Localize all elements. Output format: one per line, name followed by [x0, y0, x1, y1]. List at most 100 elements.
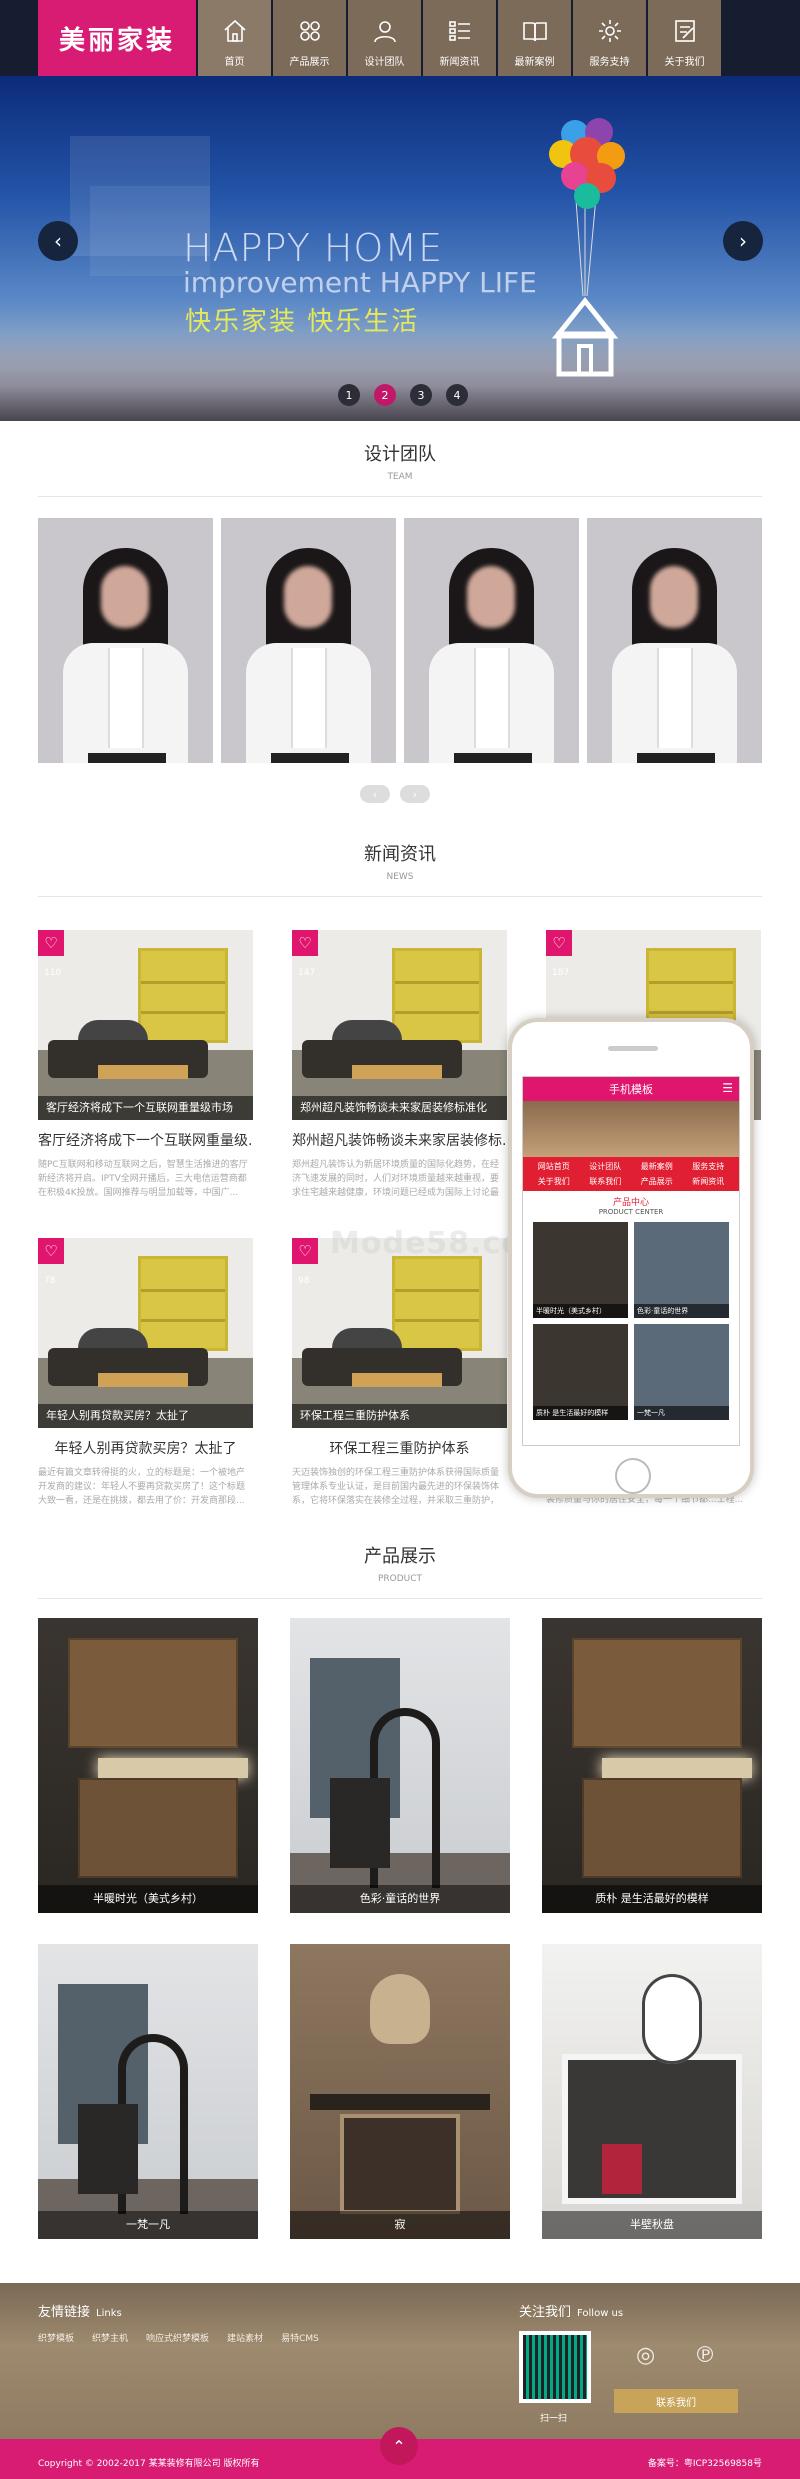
menu-icon[interactable]: ☰ — [722, 1081, 733, 1095]
news-image-caption: 客厅经济将成下一个互联网重量级市场 — [38, 1096, 253, 1120]
news-image: ♡ 78 年轻人别再贷款买房？太扯了 — [38, 1238, 253, 1428]
phone-product[interactable]: 质朴 是生活最好的模样 — [533, 1324, 628, 1420]
contact-button[interactable]: 联系我们 — [614, 2389, 738, 2413]
news-card[interactable]: ♡ 110 客厅经济将成下一个互联网重量级市场 客厅经济将成下一个互联网重量级.… — [38, 930, 253, 1200]
phone-nav-item[interactable]: 产品展示 — [632, 1176, 682, 1187]
book-icon — [522, 22, 547, 42]
phone-nav-item[interactable]: 最新案例 — [632, 1161, 682, 1172]
banner-pagination: 1 2 3 4 — [338, 384, 468, 406]
news-card[interactable]: ♡ 78 年轻人别再贷款买房？太扯了 年轻人别再贷款买房？太扯了 最近有篇文章转… — [38, 1238, 253, 1508]
news-image-caption: 年轻人别再贷款买房？太扯了 — [38, 1404, 253, 1428]
nav-item-news[interactable]: 新闻资讯 — [423, 0, 498, 76]
banner-dot[interactable]: 4 — [446, 384, 468, 406]
friend-link[interactable]: 织梦模板 — [38, 2331, 74, 2344]
banner-dot[interactable]: 1 — [338, 384, 360, 406]
heart-icon[interactable]: ♡ — [38, 1238, 64, 1264]
phone-nav-item[interactable]: 网站首页 — [529, 1161, 579, 1172]
qq-icon[interactable]: ℗ — [694, 2343, 716, 2368]
main-nav: 首页 产品展示 设计团队 新闻资讯 最新案例 服务支持 关于我们 — [198, 0, 723, 76]
heart-icon[interactable]: ♡ — [292, 1238, 318, 1264]
nav-item-team[interactable]: 设计团队 — [348, 0, 423, 76]
news-excerpt: 天迈装饰独创的环保工程三重防护体系获得国际质量管理体系专业认证，是目前国内最先进… — [292, 1468, 500, 1506]
nav-item-cases[interactable]: 最新案例 — [498, 0, 573, 76]
page: 美丽家装 首页 产品展示 设计团队 新闻资讯 最新案例 服务支持 关于我们 HA… — [0, 0, 800, 2479]
banner-subline: improvement HAPPY LIFE — [183, 266, 537, 299]
heart-icon[interactable]: ♡ — [546, 930, 572, 956]
product-card[interactable]: 寂 — [290, 1944, 510, 2239]
heart-icon[interactable]: ♡ — [38, 930, 64, 956]
news-headline[interactable]: 郑州超凡装饰畅谈未来家居装修标... — [292, 1130, 507, 1150]
nav-label: 关于我们 — [664, 57, 705, 68]
list-icon — [448, 21, 470, 41]
friend-link[interactable]: 建站素材 — [227, 2331, 263, 2344]
team-prev-button[interactable]: ‹ — [360, 785, 390, 803]
site-logo[interactable]: 美丽家装 — [38, 0, 196, 76]
friend-link[interactable]: 响应式织梦模板 — [146, 2331, 209, 2344]
product-label: 半暖时光（美式乡村） — [38, 1885, 258, 1913]
divider — [38, 496, 762, 497]
team-pager: ‹ › — [360, 785, 430, 803]
nav-label: 新闻资讯 — [439, 57, 480, 68]
banner-dot[interactable]: 3 — [410, 384, 432, 406]
back-to-top-button[interactable]: ⌃ — [380, 2427, 418, 2465]
product-card[interactable]: 色彩·童话的世界 — [290, 1618, 510, 1913]
phone-section-title: 产品中心 — [612, 1198, 649, 1208]
divider — [38, 1598, 762, 1599]
phone-product[interactable]: 色彩·童话的世界 — [634, 1222, 729, 1318]
team-member-photo[interactable] — [221, 518, 396, 763]
nav-item-home[interactable]: 首页 — [198, 0, 273, 76]
phone-section-subtitle: PRODUCT CENTER — [598, 1208, 664, 1216]
news-subtitle: NEWS — [386, 872, 414, 882]
team-section-title: 设计团队 TEAM — [0, 440, 800, 482]
phone-nav-item[interactable]: 新闻资讯 — [684, 1176, 734, 1187]
nav-item-support[interactable]: 服务支持 — [573, 0, 648, 76]
team-title: 设计团队 — [364, 444, 436, 465]
follow-heading: 关注我们 Follow us — [519, 2305, 624, 2320]
product-card[interactable]: 一梵一凡 — [38, 1944, 258, 2239]
product-card[interactable]: 质朴 是生活最好的模样 — [542, 1618, 762, 1913]
view-count: 110 — [44, 968, 62, 978]
nav-item-about[interactable]: 关于我们 — [648, 0, 723, 76]
product-card[interactable]: 半壁秋盘 — [542, 1944, 762, 2239]
phone-product[interactable]: 一梵一凡 — [634, 1324, 729, 1420]
site-footer: 友情链接 Links 织梦模板 织梦主机 响应式织梦模板 建站素材 易特CMS 关… — [0, 2283, 800, 2465]
news-headline[interactable]: 年轻人别再贷款买房？太扯了 — [38, 1438, 253, 1458]
banner-prev-button[interactable]: ‹ — [38, 221, 78, 261]
nav-label: 最新案例 — [514, 57, 555, 68]
news-section-title: 新闻资讯 NEWS — [0, 840, 800, 882]
phone-speaker — [608, 1046, 658, 1051]
heart-icon[interactable]: ♡ — [292, 930, 318, 956]
friend-link[interactable]: 织梦主机 — [92, 2331, 128, 2344]
friend-link[interactable]: 易特CMS — [281, 2331, 319, 2344]
news-card[interactable]: ♡ 147 郑州超凡装饰畅谈未来家居装修标准化 郑州超凡装饰畅谈未来家居装修标.… — [292, 930, 507, 1200]
user-icon — [373, 21, 396, 43]
phone-nav-item[interactable]: 关于我们 — [529, 1176, 579, 1187]
edit-icon — [674, 20, 695, 42]
news-headline[interactable]: 环保工程三重防护体系 — [292, 1438, 507, 1458]
weibo-icon[interactable]: ◎ — [636, 2343, 655, 2368]
product-card[interactable]: 半暖时光（美式乡村） — [38, 1618, 258, 1913]
phone-nav-item[interactable]: 设计团队 — [581, 1161, 631, 1172]
news-image-caption: 环保工程三重防护体系 — [292, 1404, 507, 1428]
banner-next-button[interactable]: › — [723, 221, 763, 261]
news-card[interactable]: ♡ 98 环保工程三重防护体系 环保工程三重防护体系 天迈装饰独创的环保工程三重… — [292, 1238, 507, 1508]
nav-item-products[interactable]: 产品展示 — [273, 0, 348, 76]
news-headline[interactable]: 客厅经济将成下一个互联网重量级... — [38, 1130, 253, 1150]
phone-product[interactable]: 半暖时光（美式乡村） — [533, 1222, 628, 1318]
horizon-haze — [0, 331, 800, 421]
team-member-photo[interactable] — [587, 518, 762, 763]
phone-nav-item[interactable]: 服务支持 — [684, 1161, 734, 1172]
team-member-photo[interactable] — [404, 518, 579, 763]
phone-nav-item[interactable]: 联系我们 — [581, 1176, 631, 1187]
product-label: 寂 — [290, 2211, 510, 2239]
phone-banner — [523, 1101, 739, 1157]
team-next-button[interactable]: › — [400, 785, 430, 803]
banner-headline: HAPPY HOME — [183, 226, 444, 270]
banner-slogan: 快乐家装 快乐生活 — [185, 307, 420, 337]
news-image: ♡ 98 环保工程三重防护体系 — [292, 1238, 507, 1428]
qr-code — [519, 2331, 591, 2403]
team-member-photo[interactable] — [38, 518, 213, 763]
site-header: 美丽家装 首页 产品展示 设计团队 新闻资讯 最新案例 服务支持 关于我们 — [0, 0, 800, 76]
banner-dot-active[interactable]: 2 — [374, 384, 396, 406]
news-image: ♡ 110 客厅经济将成下一个互联网重量级市场 — [38, 930, 253, 1120]
